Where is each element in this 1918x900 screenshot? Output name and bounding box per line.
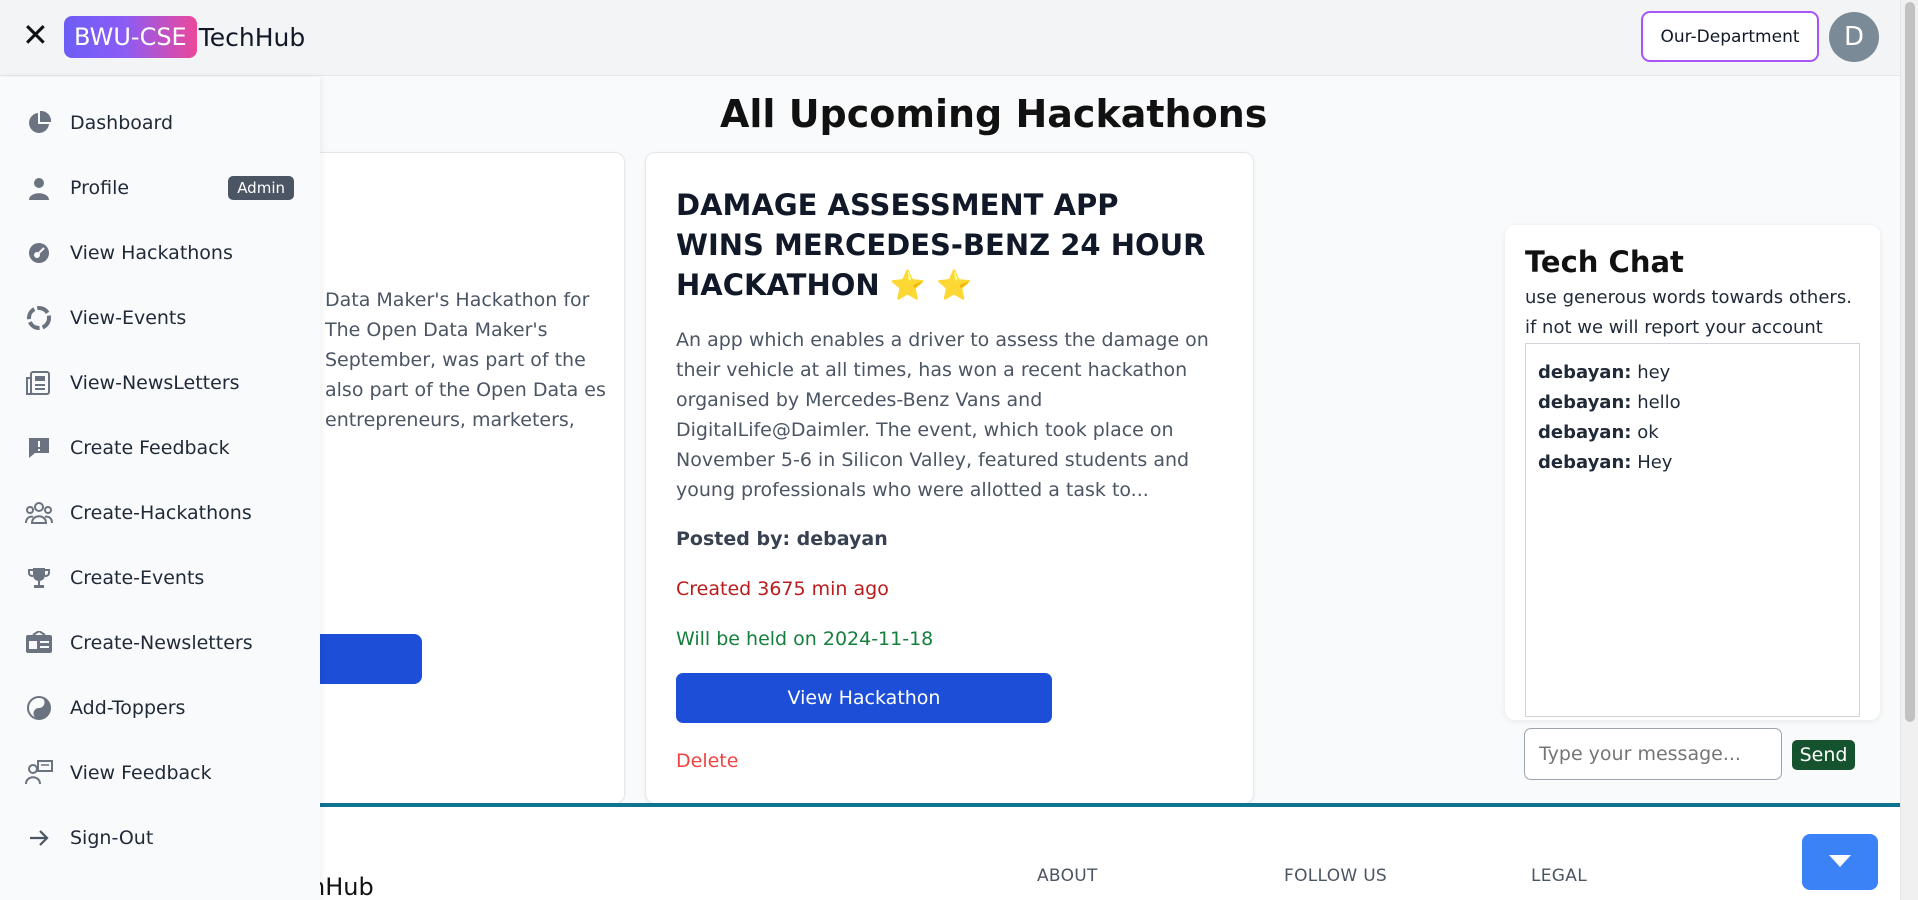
send-button[interactable]: Send <box>1792 740 1855 770</box>
admin-badge: Admin <box>228 176 294 200</box>
events-icon <box>24 303 54 333</box>
sidebar-item-label: View-NewsLetters <box>70 372 240 394</box>
message-user: debayan: <box>1538 452 1632 473</box>
team-icon <box>24 498 54 528</box>
footer: nHub ABOUT FOLLOW US LEGAL <box>250 803 1900 900</box>
message-user: debayan: <box>1538 362 1632 383</box>
sidebar-item-create-newsletters[interactable]: Create-Newsletters <box>24 623 300 663</box>
hackathon-description: Data Maker's Hackathon for The Open Data… <box>325 289 606 431</box>
page-scrollbar[interactable] <box>1900 0 1918 900</box>
hackathon-description: An app which enables a driver to assess … <box>676 329 1209 501</box>
sidebar-item-add-toppers[interactable]: Add-Toppers <box>24 688 300 728</box>
sidebar: Dashboard Profile Admin View Hackathons … <box>0 77 320 900</box>
footer-heading-follow-us[interactable]: FOLLOW US <box>1284 866 1387 886</box>
yin-yang-icon <box>24 693 54 723</box>
sidebar-item-label: Sign-Out <box>70 827 154 849</box>
footer-heading-about[interactable]: ABOUT <box>1037 866 1098 886</box>
message-user: debayan: <box>1538 392 1632 413</box>
chat-message-input[interactable] <box>1524 728 1782 780</box>
view-hackathon-button[interactable]: View Hackathon <box>676 673 1052 723</box>
brand-badge: BWU-CSE <box>64 16 197 58</box>
avatar[interactable]: D <box>1829 12 1879 62</box>
sidebar-item-label: Create Feedback <box>70 437 230 459</box>
top-navbar: ✕ BWU-CSE TechHub Our-Department D <box>0 0 1900 76</box>
chat-message: debayan: ok <box>1538 418 1847 448</box>
brand-logo[interactable]: BWU-CSE TechHub <box>64 16 305 58</box>
user-icon <box>24 173 54 203</box>
chat-warning: use generous words towards others. <box>1525 287 1852 308</box>
sidebar-item-dashboard[interactable]: Dashboard <box>24 103 300 143</box>
sidebar-item-label: Add-Toppers <box>70 697 186 719</box>
sidebar-item-label: Profile <box>70 177 130 199</box>
sidebar-item-sign-out[interactable]: Sign-Out <box>24 818 300 858</box>
chat-messages[interactable]: debayan: hey debayan: hello debayan: ok … <box>1525 343 1860 717</box>
sidebar-item-label: Create-Events <box>70 567 205 589</box>
close-sidebar-button[interactable]: ✕ <box>22 19 49 51</box>
sidebar-item-profile[interactable]: Profile Admin <box>24 168 300 208</box>
hackathon-title: DAMAGE ASSESSMENT APP WINS MERCEDES-BENZ… <box>676 188 1206 302</box>
message-text: ok <box>1631 422 1659 443</box>
page-title: All Upcoming Hackathons <box>720 92 1268 136</box>
sidebar-item-create-hackathons[interactable]: Create-Hackathons <box>24 493 300 533</box>
sidebar-item-create-events[interactable]: Create-Events <box>24 558 300 598</box>
chat-message: debayan: hello <box>1538 388 1847 418</box>
sidebar-item-view-feedback[interactable]: View Feedback <box>24 753 300 793</box>
chat-title: Tech Chat <box>1525 245 1684 279</box>
chevron-down-icon <box>1828 853 1852 872</box>
feedback-icon <box>24 433 54 463</box>
sidebar-item-label: Create-Newsletters <box>70 632 253 654</box>
sidebar-item-label: Dashboard <box>70 112 174 134</box>
arrow-right-icon <box>24 823 54 853</box>
tech-chat-panel: Tech Chat use generous words towards oth… <box>1505 225 1880 720</box>
sidebar-item-label: View Hackathons <box>70 242 233 264</box>
chat-message: debayan: Hey <box>1538 448 1847 478</box>
scroll-down-button[interactable] <box>1802 834 1878 890</box>
sidebar-item-label: View-Events <box>70 307 187 329</box>
message-text: Hey <box>1631 452 1673 473</box>
newsletter-icon <box>24 628 54 658</box>
hackathon-card: DAMAGE ASSESSMENT APP WINS MERCEDES-BENZ… <box>645 152 1254 804</box>
pie-chart-icon <box>24 108 54 138</box>
sidebar-item-view-newsletters[interactable]: View-NewsLetters <box>24 363 300 403</box>
delete-button[interactable]: Delete <box>676 750 738 772</box>
footer-heading-legal[interactable]: LEGAL <box>1531 866 1587 886</box>
sidebar-item-label: View Feedback <box>70 762 212 784</box>
trophy-icon <box>24 563 54 593</box>
sidebar-item-view-events[interactable]: View-Events <box>24 298 300 338</box>
scrollbar-thumb[interactable] <box>1905 2 1915 722</box>
newspaper-icon <box>24 368 54 398</box>
sidebar-item-view-hackathons[interactable]: View Hackathons <box>24 233 300 273</box>
chat-warning: if not we will report your account <box>1525 317 1823 338</box>
message-text: hello <box>1631 392 1681 413</box>
posted-by: Posted by: debayan <box>676 528 888 550</box>
created-time: Created 3675 min ago <box>676 578 889 600</box>
user-feedback-icon <box>24 758 54 788</box>
our-department-button[interactable]: Our-Department <box>1641 11 1819 62</box>
sidebar-item-label: Create-Hackathons <box>70 502 252 524</box>
brand-text: TechHub <box>198 22 306 52</box>
message-user: debayan: <box>1538 422 1632 443</box>
hackathon-icon <box>24 238 54 268</box>
held-date: Will be held on 2024-11-18 <box>676 628 934 650</box>
chat-message: debayan: hey <box>1538 358 1847 388</box>
message-text: hey <box>1631 362 1671 383</box>
sidebar-item-create-feedback[interactable]: Create Feedback <box>24 428 300 468</box>
